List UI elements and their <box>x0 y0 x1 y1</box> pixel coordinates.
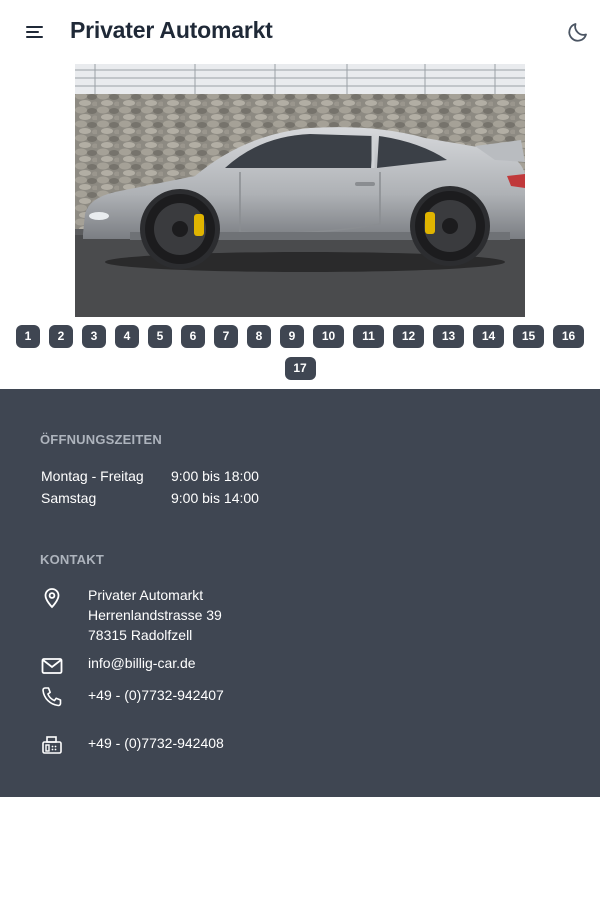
car-photo[interactable] <box>75 64 525 317</box>
hamburger-menu-icon[interactable] <box>22 20 48 44</box>
address-block: Privater Automarkt Herrenlandstrasse 39 … <box>88 585 222 645</box>
page-button-15[interactable]: 15 <box>513 325 544 348</box>
page-button-2[interactable]: 2 <box>49 325 73 348</box>
contact-heading: KONTAKT <box>40 552 104 567</box>
moon-icon[interactable] <box>566 20 590 44</box>
app-header: Privater Automarkt <box>0 0 600 64</box>
hours-day: Samstag <box>41 490 97 506</box>
page-button-16[interactable]: 16 <box>553 325 584 348</box>
address-street: Herrenlandstrasse 39 <box>88 607 222 623</box>
pagination-row: 1 2 3 4 5 6 7 8 9 10 11 12 13 14 15 16 <box>0 325 600 348</box>
hours-day: Montag - Freitag <box>41 468 144 484</box>
footer: ÖFFNUNGSZEITEN Montag - Freitag 9:00 bis … <box>0 389 600 797</box>
page-button-14[interactable]: 14 <box>473 325 504 348</box>
fax-icon <box>40 733 64 757</box>
phone-icon <box>40 685 64 709</box>
phone-link[interactable]: +49 - (0)7732-942407 <box>88 685 224 705</box>
address-city: 78315 Radolfzell <box>88 627 193 643</box>
page-button-3[interactable]: 3 <box>82 325 106 348</box>
page-button-6[interactable]: 6 <box>181 325 205 348</box>
page-button-8[interactable]: 8 <box>247 325 271 348</box>
hours-heading: ÖFFNUNGSZEITEN <box>40 432 162 447</box>
page-button-9[interactable]: 9 <box>280 325 304 348</box>
envelope-icon <box>40 654 64 678</box>
image-pagination: 1 2 3 4 5 6 7 8 9 10 11 12 13 14 15 16 17 <box>0 325 600 389</box>
page-button-12[interactable]: 12 <box>393 325 424 348</box>
page-button-7[interactable]: 7 <box>214 325 238 348</box>
page-button-5[interactable]: 5 <box>148 325 172 348</box>
email-link[interactable]: info@billig-car.de <box>88 653 196 673</box>
page-button-13[interactable]: 13 <box>433 325 464 348</box>
pagination-row: 17 <box>0 357 600 380</box>
hours-time: 9:00 bis 18:00 <box>171 468 259 484</box>
page-button-4[interactable]: 4 <box>115 325 139 348</box>
hours-row: Samstag 9:00 bis 14:00 <box>41 490 259 506</box>
fax-number: +49 - (0)7732-942408 <box>88 735 224 751</box>
hours-time: 9:00 bis 14:00 <box>171 490 259 506</box>
location-pin-icon <box>40 585 64 609</box>
page-button-17[interactable]: 17 <box>284 357 316 380</box>
address-name: Privater Automarkt <box>88 587 204 603</box>
hours-row: Montag - Freitag 9:00 bis 18:00 <box>41 468 259 484</box>
page-button-10[interactable]: 10 <box>313 325 344 348</box>
page-button-11[interactable]: 11 <box>353 325 384 348</box>
page-title: Privater Automarkt <box>70 17 273 43</box>
page-button-1[interactable]: 1 <box>16 325 40 348</box>
